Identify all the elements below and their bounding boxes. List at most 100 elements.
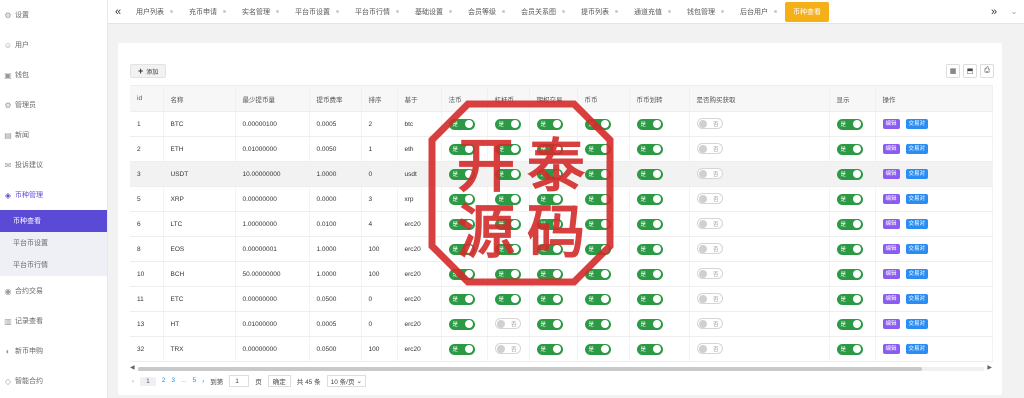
export-button[interactable]: ⬒ [963,64,977,78]
tab-6[interactable]: 会员等级 [460,0,513,24]
trading-pair-button[interactable]: 交易对 [905,169,929,179]
transfer-toggle[interactable]: 是 [636,343,663,355]
sidebar-item-m6[interactable]: ◈ 币种管理 [0,180,107,210]
trading-pair-button[interactable]: 交易对 [905,244,929,254]
transfer-toggle[interactable]: 是 [636,318,663,330]
tab-9[interactable]: 通道充值 [626,0,679,24]
goto-confirm-button[interactable]: 确定 [267,375,291,387]
edit-button[interactable]: 编辑 [882,294,900,304]
tab-close-icon[interactable] [276,10,279,13]
goto-page-input[interactable]: 1 [229,375,250,387]
show-toggle[interactable]: 是 [836,268,863,280]
edit-button[interactable]: 编辑 [882,119,900,129]
transfer-toggle[interactable]: 是 [636,118,663,130]
tab-close-icon[interactable] [336,10,339,13]
tab-close-icon[interactable] [449,10,452,13]
show-toggle[interactable]: 是 [836,243,863,255]
tabs-scroll-right-icon[interactable]: » [984,6,1004,18]
edit-button[interactable]: 编辑 [882,194,900,204]
edit-button[interactable]: 编辑 [882,144,900,154]
tab-close-icon[interactable] [502,10,505,13]
sidebar-item-a2[interactable]: ◐ 新币申购 [0,336,107,366]
buy-toggle[interactable]: 否 [696,343,723,355]
tabs-menu-chevron-icon[interactable]: ⌄ [1004,7,1024,16]
show-toggle[interactable]: 是 [836,318,863,330]
sidebar-subitem-2[interactable]: 平台币行情 [0,254,107,276]
tab-12[interactable]: 币种查看 [785,1,829,22]
fiat-toggle[interactable]: 是 [448,343,475,355]
option-toggle[interactable]: 是 [536,318,563,330]
tab-close-icon[interactable] [170,10,173,13]
sidebar-item-m0[interactable]: ⚙ 设置 [0,0,107,30]
buy-toggle[interactable]: 否 [696,318,723,330]
sidebar-subitem-1[interactable]: 平台币设置 [0,232,107,254]
tabs-scroll-left-icon[interactable]: « [108,6,128,18]
edit-button[interactable]: 编辑 [882,219,900,229]
trading-pair-button[interactable]: 交易对 [905,219,929,229]
buy-toggle[interactable]: 否 [696,168,723,180]
tab-close-icon[interactable] [223,10,226,13]
lever-toggle[interactable]: 是 [494,293,521,305]
fiat-toggle[interactable]: 是 [448,293,475,305]
tab-7[interactable]: 会员关系图 [513,0,573,24]
print-button[interactable]: ⎙ [980,64,994,78]
trading-pair-button[interactable]: 交易对 [905,194,929,204]
prev-page-icon[interactable]: ‹ [132,378,134,385]
edit-button[interactable]: 编辑 [882,344,900,354]
transfer-toggle[interactable]: 是 [636,193,663,205]
transfer-toggle[interactable]: 是 [636,168,663,180]
buy-toggle[interactable]: 否 [696,293,723,305]
trading-pair-button[interactable]: 交易对 [905,144,929,154]
scroll-left-icon[interactable]: ◀ [130,364,135,371]
option-toggle[interactable]: 是 [536,293,563,305]
page-3[interactable]: 3 [171,377,175,386]
buy-toggle[interactable]: 否 [696,243,723,255]
tab-close-icon[interactable] [562,10,565,13]
buy-toggle[interactable]: 否 [696,193,723,205]
edit-button[interactable]: 编辑 [882,319,900,329]
sidebar-item-a3[interactable]: ◇ 智能合约 [0,366,107,396]
page-2[interactable]: 2 [162,377,166,386]
tab-close-icon[interactable] [721,10,724,13]
tab-close-icon[interactable] [615,10,618,13]
columns-filter-button[interactable]: ▦ [946,64,960,78]
transfer-toggle[interactable]: 是 [636,268,663,280]
lever-toggle[interactable]: 否 [494,343,521,355]
tab-close-icon[interactable] [774,10,777,13]
sidebar-item-m2[interactable]: ▣ 钱包 [0,60,107,90]
sidebar-item-m4[interactable]: ▤ 新闻 [0,120,107,150]
option-toggle[interactable]: 是 [536,343,563,355]
tab-4[interactable]: 平台币行情 [347,0,407,24]
sidebar-item-a1[interactable]: ▥ 记录查看 [0,306,107,336]
fiat-toggle[interactable]: 是 [448,318,475,330]
scroll-right-icon[interactable]: ▶ [987,364,992,371]
show-toggle[interactable]: 是 [836,118,863,130]
next-page-icon[interactable]: › [202,378,204,385]
transfer-toggle[interactable]: 是 [636,243,663,255]
buy-toggle[interactable]: 否 [696,218,723,230]
trading-pair-button[interactable]: 交易对 [905,119,929,129]
sidebar-item-a0[interactable]: ◉ 合约交易 [0,276,107,306]
coin-toggle[interactable]: 是 [584,343,611,355]
tab-close-icon[interactable] [396,10,399,13]
tab-8[interactable]: 提币列表 [573,0,626,24]
show-toggle[interactable]: 是 [836,168,863,180]
horizontal-scrollbar[interactable]: ◀ ▶ [130,365,992,373]
coin-toggle[interactable]: 是 [584,318,611,330]
buy-toggle[interactable]: 否 [696,118,723,130]
transfer-toggle[interactable]: 是 [636,143,663,155]
scrollbar-thumb[interactable] [138,367,922,371]
transfer-toggle[interactable]: 是 [636,293,663,305]
tab-3[interactable]: 平台币设置 [287,0,347,24]
tab-2[interactable]: 实名管理 [234,0,287,24]
lever-toggle[interactable]: 否 [494,318,521,330]
edit-button[interactable]: 编辑 [882,244,900,254]
page-5[interactable]: 5 [192,377,196,386]
trading-pair-button[interactable]: 交易对 [905,269,929,279]
trading-pair-button[interactable]: 交易对 [905,319,929,329]
tab-10[interactable]: 钱包管理 [679,0,732,24]
add-button[interactable]: + 添加 [130,64,167,78]
edit-button[interactable]: 编辑 [882,169,900,179]
sidebar-item-m5[interactable]: ✉ 投诉建议 [0,150,107,180]
show-toggle[interactable]: 是 [836,218,863,230]
